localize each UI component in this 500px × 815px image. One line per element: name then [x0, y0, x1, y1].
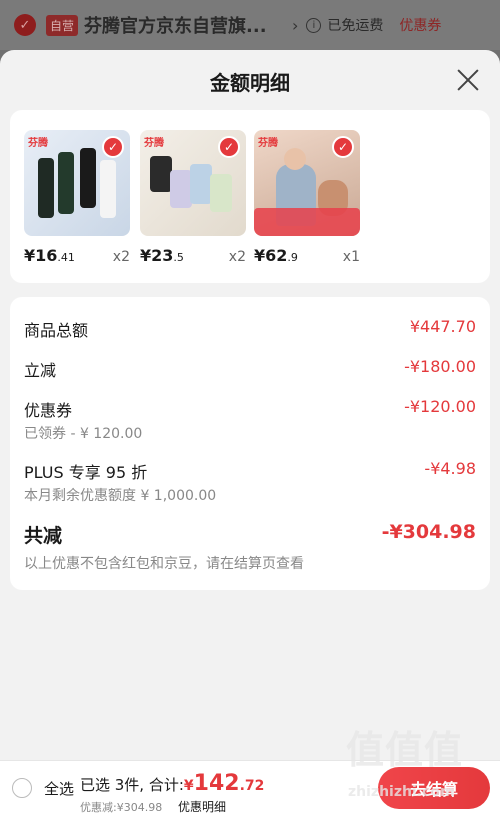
total-amount-int: 142 — [193, 771, 240, 796]
store-header: ✓ 自营 芬腾官方京东自营旗... › i 已免运费 优惠券 — [0, 0, 500, 50]
self-operated-badge: 自营 — [46, 14, 79, 36]
close-icon[interactable] — [456, 68, 480, 92]
amount-detail-sheet: 金额明细 芬腾 ✓ ¥16.41 x2 芬腾 ✓ ¥23.5 x2 芬腾 ✓ ¥… — [0, 50, 500, 760]
free-shipping-label: 已免运费 — [327, 18, 384, 34]
product-image[interactable]: 芬腾 ✓ — [140, 130, 246, 236]
checked-icon[interactable]: ✓ — [102, 136, 124, 158]
info-icon[interactable]: i — [306, 17, 322, 33]
sheet-title: 金额明细 — [210, 70, 290, 95]
sheet-header: 金额明细 — [0, 50, 500, 112]
brand-tag: 芬腾 — [258, 138, 278, 149]
total-currency: ¥ — [183, 778, 194, 794]
product-price: ¥23.5 — [140, 246, 184, 265]
product-price-row: ¥16.41 x2 — [24, 246, 130, 265]
plus-sub-text: 本月剩余优惠额度 ¥ 1,000.00 — [24, 488, 217, 504]
select-all-label[interactable]: 全选 — [44, 778, 74, 799]
checked-icon[interactable]: ✓ — [332, 136, 354, 158]
product-quantity: x2 — [228, 249, 246, 265]
coupon-sub-text: 已领券 - ¥ 120.00 — [24, 426, 143, 442]
store-coupon-link[interactable]: 优惠券 — [399, 15, 441, 35]
amount-breakdown-card: 商品总额 ¥447.70 立减 -¥180.00 优惠券 -¥120.00 已领… — [10, 297, 490, 590]
product-image[interactable]: 芬腾 ✓ — [24, 130, 130, 236]
coupon-row: 优惠券 -¥120.00 — [24, 397, 476, 421]
checked-icon[interactable]: ✓ — [218, 136, 240, 158]
brand-tag: 芬腾 — [144, 138, 164, 149]
product-price: ¥16.41 — [24, 246, 75, 265]
plus-discount-row: PLUS 专享 95 折 -¥4.98 — [24, 459, 476, 483]
discount-summary: 优惠减:¥304.98 — [80, 801, 163, 814]
goods-total-value: ¥447.70 — [409, 317, 476, 336]
total-reduce-value: -¥304.98 — [381, 521, 476, 543]
select-all-checkbox[interactable] — [12, 778, 32, 798]
product-image[interactable]: 芬腾 ✓ — [254, 130, 360, 236]
total-reduce-label: 共减 — [24, 525, 63, 547]
brand-tag: 芬腾 — [28, 138, 48, 149]
total-amount-dec: .72 — [239, 778, 265, 794]
coupon-value: -¥120.00 — [404, 397, 476, 416]
product-price-row: ¥62.9 x1 — [254, 246, 360, 265]
product-item[interactable]: 芬腾 ✓ ¥62.9 x1 — [254, 130, 360, 265]
watermark-url: zhizhizhi.com — [348, 784, 455, 800]
product-price: ¥62.9 — [254, 246, 298, 265]
product-price-row: ¥23.5 x2 — [140, 246, 246, 265]
plus-discount-label: PLUS 专享 95 折 — [24, 463, 148, 482]
reduce-sub-text: 以上优惠不包含红包和京豆，请在结算页查看 — [24, 556, 304, 572]
selected-products-card: 芬腾 ✓ ¥16.41 x2 芬腾 ✓ ¥23.5 x2 芬腾 ✓ ¥62.9 … — [10, 110, 490, 283]
instant-discount-label: 立减 — [24, 361, 57, 380]
total-reduce-row: 共减 -¥304.98 — [24, 521, 476, 548]
chevron-right-icon[interactable]: › — [292, 16, 298, 35]
product-item[interactable]: 芬腾 ✓ ¥16.41 x2 — [24, 130, 130, 265]
plus-discount-value: -¥4.98 — [424, 459, 476, 478]
instant-discount-row: 立减 -¥180.00 — [24, 357, 476, 381]
store-check-icon[interactable]: ✓ — [14, 14, 36, 36]
product-quantity: x2 — [112, 249, 130, 265]
product-item[interactable]: 芬腾 ✓ ¥23.5 x2 — [140, 130, 246, 265]
selection-summary: 已选 3件, 合计:¥142.72 — [80, 771, 264, 796]
instant-discount-value: -¥180.00 — [404, 357, 476, 376]
goods-total-row: 商品总额 ¥447.70 — [24, 317, 476, 341]
product-quantity: x1 — [342, 249, 360, 265]
selected-count-text: 已选 3件, 合计: — [80, 776, 184, 794]
store-name[interactable]: 芬腾官方京东自营旗... — [84, 12, 284, 38]
coupon-label: 优惠券 — [24, 401, 73, 420]
goods-total-label: 商品总额 — [24, 321, 89, 340]
discount-detail-link[interactable]: 优惠明细 — [178, 798, 226, 815]
